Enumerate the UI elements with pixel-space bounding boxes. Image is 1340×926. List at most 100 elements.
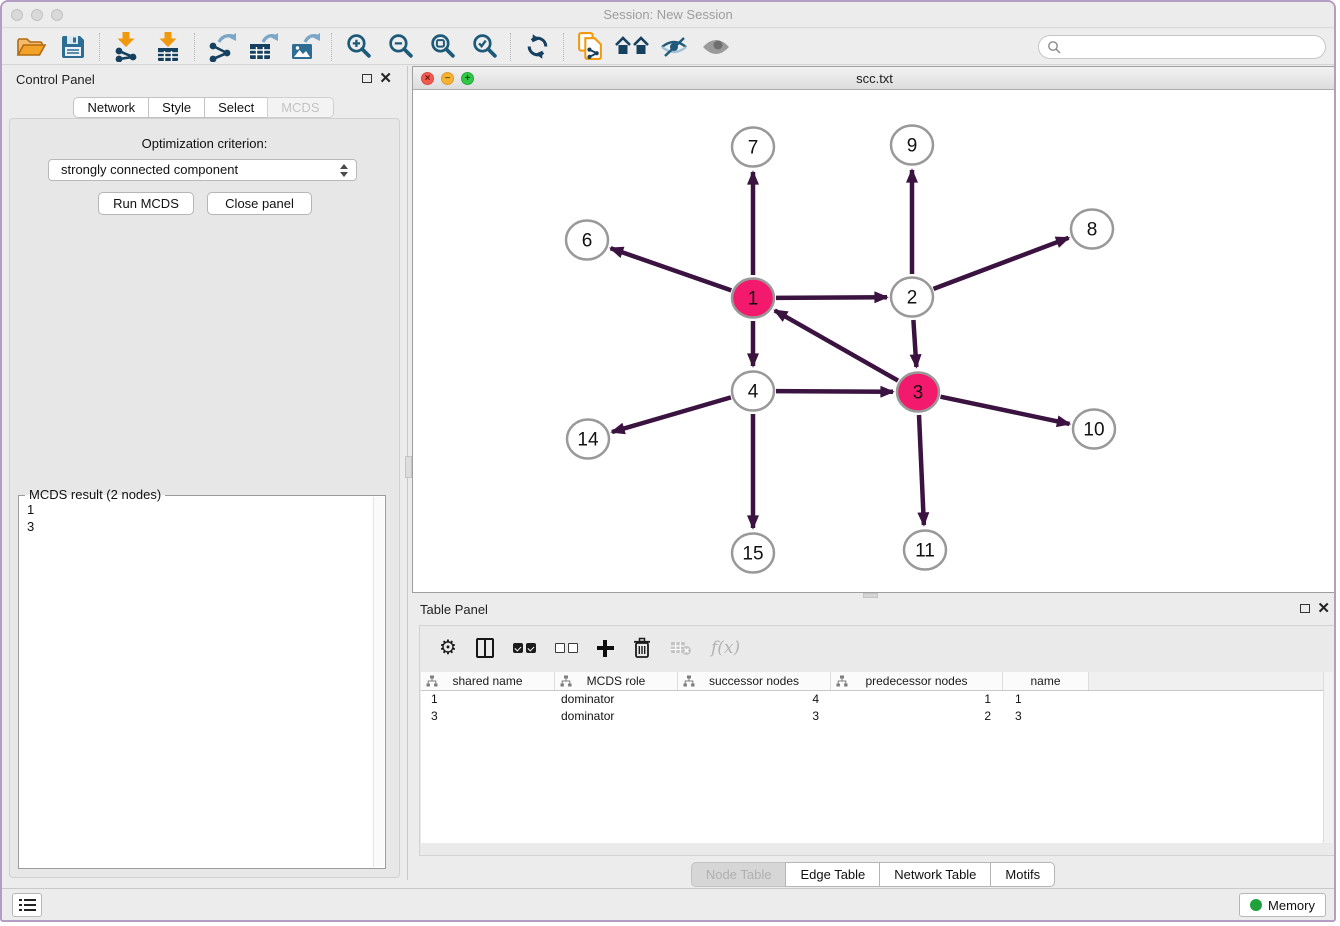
result-scrollbar[interactable] — [373, 497, 384, 867]
close-table-panel-icon[interactable]: ✕ — [1317, 600, 1330, 618]
delete-columns-button[interactable] — [633, 637, 651, 659]
zoom-selected-button[interactable] — [463, 31, 505, 63]
run-mcds-button[interactable]: Run MCDS — [98, 192, 194, 215]
graph-edge-1-2[interactable] — [776, 297, 887, 298]
window-titlebar: Session: New Session — [2, 2, 1334, 28]
cell-shared-name[interactable]: 3 — [421, 708, 555, 725]
zoom-in-button[interactable] — [337, 31, 379, 63]
tab-edge-table[interactable]: Edge Table — [785, 862, 880, 887]
close-panel-button[interactable]: Close panel — [207, 192, 312, 215]
table-row[interactable]: 3 dominator 3 2 3 — [421, 708, 1333, 725]
refresh-layout-button[interactable] — [516, 31, 558, 63]
column-header-successor-nodes[interactable]: successor nodes — [678, 672, 831, 690]
criterion-select[interactable]: strongly connected component — [48, 159, 357, 181]
memory-status-icon — [1250, 899, 1262, 911]
float-panel-icon[interactable] — [362, 74, 372, 83]
tab-style[interactable]: Style — [148, 97, 205, 118]
first-neighbors-button[interactable] — [611, 31, 653, 63]
export-table-button[interactable] — [242, 31, 284, 63]
duplicate-network-button[interactable] — [569, 31, 611, 63]
graph-edge-1-6[interactable] — [611, 248, 732, 290]
columns-icon — [476, 638, 494, 658]
import-table-button[interactable] — [147, 31, 189, 63]
tab-network-table[interactable]: Network Table — [879, 862, 991, 887]
graph-node-label: 7 — [748, 138, 759, 159]
hierarchy-icon — [560, 675, 572, 690]
application-window: Session: New Session — [0, 0, 1336, 922]
mcds-panel: Optimization criterion: strongly connect… — [9, 118, 400, 878]
zoom-fit-button[interactable] — [421, 31, 463, 63]
cell-name[interactable]: 3 — [1003, 708, 1089, 725]
function-builder-button[interactable]: f(x) — [711, 638, 740, 658]
memory-button[interactable]: Memory — [1239, 893, 1326, 917]
graph-edge-3-1[interactable] — [775, 310, 898, 380]
tab-motifs[interactable]: Motifs — [990, 862, 1055, 887]
cell-successor-nodes[interactable]: 4 — [678, 691, 831, 708]
cell-name[interactable]: 1 — [1003, 691, 1089, 708]
cell-shared-name[interactable]: 1 — [421, 691, 555, 708]
tab-node-table[interactable]: Node Table — [691, 862, 787, 887]
unchecked-box-icon — [568, 643, 578, 653]
import-network-button[interactable] — [105, 31, 147, 63]
result-line: 1 — [27, 501, 34, 518]
unselect-all-columns-button[interactable] — [555, 643, 578, 653]
cell-predecessor-nodes[interactable]: 2 — [831, 708, 1003, 725]
cell-successor-nodes[interactable]: 3 — [678, 708, 831, 725]
splitter-handle[interactable] — [405, 456, 412, 478]
save-session-button[interactable] — [52, 31, 94, 63]
checked-box-icon — [526, 643, 536, 653]
zoom-in-icon — [345, 33, 372, 60]
cell-mcds-role[interactable]: dominator — [555, 708, 678, 725]
hide-selected-button[interactable] — [653, 31, 695, 63]
show-columns-button[interactable] — [476, 638, 494, 658]
graph-edge-4-14[interactable] — [612, 397, 731, 432]
trash-icon — [633, 637, 651, 659]
column-header-name[interactable]: name — [1003, 672, 1089, 690]
select-all-columns-button[interactable] — [513, 643, 536, 653]
control-panel-tabs: Network Style Select MCDS — [4, 97, 404, 118]
cell-mcds-role[interactable]: dominator — [555, 691, 678, 708]
houses-icon — [615, 35, 649, 59]
hierarchy-icon — [836, 675, 848, 690]
graph-edge-3-11[interactable] — [919, 415, 924, 525]
list-icon — [19, 904, 41, 907]
column-header-shared-name[interactable]: shared name — [421, 672, 555, 690]
zoom-out-button[interactable] — [379, 31, 421, 63]
duplicate-network-icon — [577, 32, 604, 61]
table-scrollbar[interactable] — [1323, 672, 1333, 843]
graph-edge-4-3[interactable] — [776, 391, 893, 392]
graph-edge-2-8[interactable] — [934, 238, 1069, 289]
open-session-button[interactable] — [10, 31, 52, 63]
column-header-predecessor-nodes[interactable]: predecessor nodes — [831, 672, 1003, 690]
search-input[interactable] — [1066, 39, 1317, 55]
tab-network[interactable]: Network — [73, 97, 149, 118]
table-options-button[interactable]: ⚙ — [439, 638, 457, 658]
graph-edge-3-10[interactable] — [941, 397, 1070, 424]
tab-select[interactable]: Select — [204, 97, 268, 118]
float-table-panel-icon[interactable] — [1300, 604, 1310, 613]
control-panel-header: Control Panel ✕ — [4, 66, 404, 94]
search-box[interactable] — [1038, 35, 1326, 59]
graph-edge-2-3[interactable] — [913, 320, 916, 367]
table-row[interactable]: 1 dominator 4 1 1 — [421, 691, 1333, 708]
export-network-button[interactable] — [200, 31, 242, 63]
delete-table-button[interactable] — [670, 640, 692, 656]
graph-node-label: 3 — [913, 383, 924, 404]
task-history-button[interactable] — [12, 893, 42, 917]
show-all-button[interactable] — [695, 31, 737, 63]
column-label: MCDS role — [587, 674, 646, 688]
close-panel-icon[interactable]: ✕ — [379, 70, 392, 88]
plus-icon — [597, 640, 614, 657]
mcds-result-box[interactable]: MCDS result (2 nodes) 1 3 — [18, 495, 386, 869]
tab-mcds[interactable]: MCDS — [267, 97, 333, 118]
zoom-fit-icon — [429, 33, 456, 60]
control-panel-title: Control Panel — [16, 72, 95, 87]
column-header-mcds-role[interactable]: MCDS role — [555, 672, 678, 690]
export-image-button[interactable] — [284, 31, 326, 63]
table-panel-header: Table Panel ✕ — [407, 597, 1336, 623]
network-canvas[interactable]: 7968124314101511 — [413, 90, 1336, 592]
import-network-icon — [111, 32, 141, 62]
add-column-button[interactable] — [597, 640, 614, 657]
mcds-result-title: MCDS result (2 nodes) — [25, 487, 165, 502]
cell-predecessor-nodes[interactable]: 1 — [831, 691, 1003, 708]
